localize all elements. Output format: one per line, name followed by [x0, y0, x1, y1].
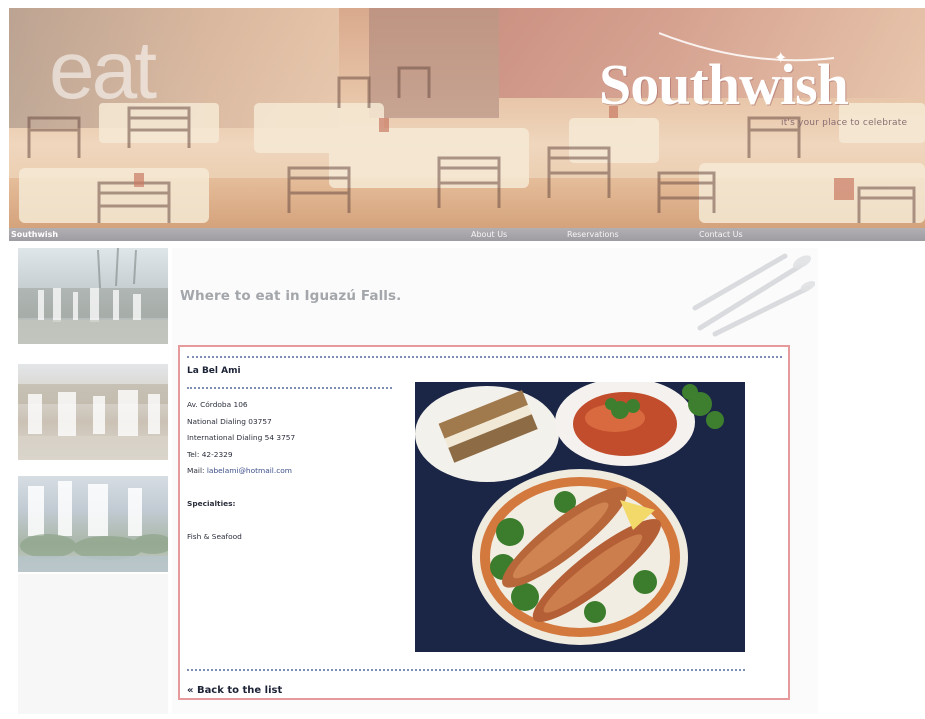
restaurant-phone: Tel: 42-2329 — [187, 449, 233, 459]
specialties-value: Fish & Seafood — [187, 532, 242, 541]
email-link[interactable]: labelami@hotmail.com — [207, 466, 292, 475]
nav-link-reservations[interactable]: Reservations — [567, 228, 619, 241]
mail-label: Mail: — [187, 466, 207, 475]
page-title: Where to eat in Iguazú Falls. — [180, 288, 402, 304]
brand-tagline: it's your place to celebrate — [781, 118, 908, 128]
international-dialing: International Dialing 54 3757 — [187, 433, 296, 442]
national-dialing: National Dialing 03757 — [187, 416, 272, 426]
waterfall-photo-3 — [18, 476, 168, 572]
restaurant-name: La Bel Ami — [187, 366, 241, 376]
nav-bar: Southwish About Us Reservations Contact … — [9, 228, 925, 241]
waterfall-photo-2 — [18, 364, 168, 460]
restaurant-contact-info: Av. Córdoba 106 National Dialing 03757 I… — [187, 397, 295, 480]
restaurant-card: La Bel Ami Av. Córdoba 106 National Dial… — [178, 345, 790, 700]
dish-photo — [415, 382, 745, 652]
header-banner: eat ✦ Southwish it's your place to celeb… — [9, 8, 925, 228]
dotted-divider — [187, 356, 782, 358]
banner-watermark-text: eat — [49, 25, 157, 116]
back-to-list-link[interactable]: « Back to the list — [187, 685, 282, 696]
nav-home-link[interactable]: Southwish — [11, 228, 58, 241]
waterfall-photo-1 — [18, 248, 168, 344]
sidebar-bottom-panel — [18, 574, 168, 714]
specialties-heading: Specialties: — [187, 499, 236, 508]
cutlery-decoration — [692, 253, 815, 337]
dotted-divider — [187, 669, 745, 671]
restaurant-address: Av. Córdoba 106 — [187, 400, 248, 409]
dotted-divider — [187, 387, 392, 389]
brand-logo: Southwish — [599, 52, 849, 117]
restaurant-mail: Mail: labelami@hotmail.com — [187, 463, 295, 480]
nav-link-about-us[interactable]: About Us — [471, 228, 507, 241]
nav-link-contact-us[interactable]: Contact Us — [699, 228, 743, 241]
